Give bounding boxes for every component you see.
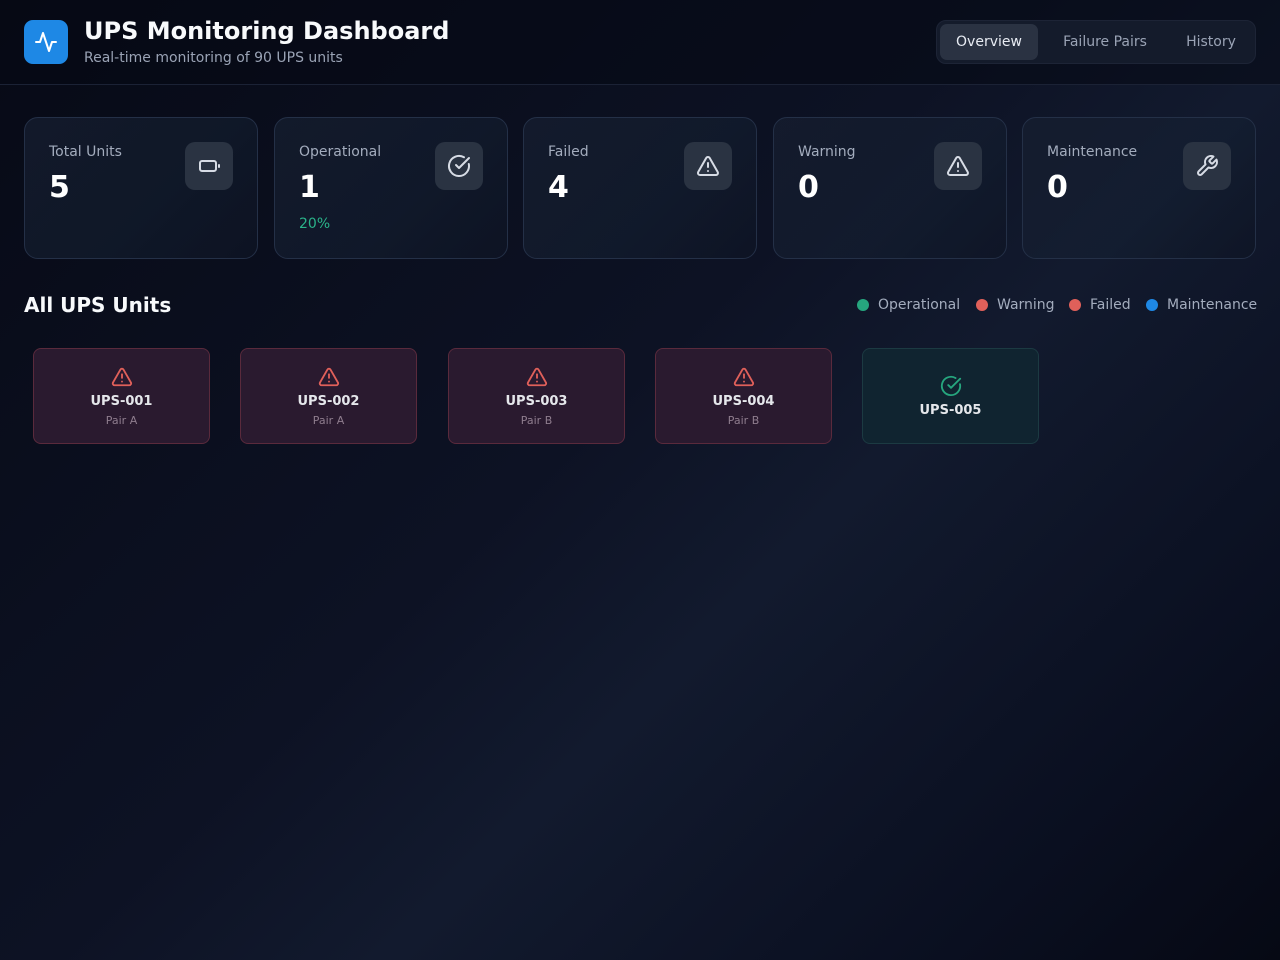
stat-card-operational: Operational 1 20%: [274, 117, 508, 259]
app-logo: [24, 20, 68, 64]
check-circle-icon: [940, 375, 962, 397]
stat-card-maintenance: Maintenance 0: [1022, 117, 1256, 259]
legend-warning: Warning: [976, 296, 1055, 314]
alert-triangle-icon: [934, 142, 982, 190]
units-section-title: All UPS Units: [24, 293, 172, 317]
legend-maintenance: Maintenance: [1146, 296, 1257, 314]
legend-failed: Failed: [1069, 296, 1131, 314]
unit-name: UPS-005: [919, 402, 982, 418]
view-tabs: Overview Failure Pairs History: [936, 20, 1256, 64]
stat-value: 5: [49, 170, 70, 205]
legend-dot: [1146, 299, 1158, 311]
ups-unit-tile[interactable]: UPS-005: [862, 348, 1039, 444]
legend-label: Failed: [1090, 297, 1131, 313]
alert-triangle-icon: [733, 366, 755, 388]
stat-label: Warning: [798, 144, 856, 160]
unit-name: UPS-002: [297, 393, 360, 409]
legend-dot: [976, 299, 988, 311]
stat-value: 1: [299, 170, 320, 205]
tab-history[interactable]: History: [1170, 24, 1252, 60]
ups-unit-tile[interactable]: UPS-002 Pair A: [240, 348, 417, 444]
unit-name: UPS-001: [90, 393, 153, 409]
stat-card-total-units: Total Units 5: [24, 117, 258, 259]
stat-label: Total Units: [49, 144, 122, 160]
legend-dot: [857, 299, 869, 311]
ups-unit-tile[interactable]: UPS-004 Pair B: [655, 348, 832, 444]
stat-label: Failed: [548, 144, 589, 160]
unit-name: UPS-003: [505, 393, 568, 409]
wrench-icon: [1183, 142, 1231, 190]
stat-label: Operational: [299, 144, 382, 160]
alert-triangle-icon: [111, 366, 133, 388]
unit-pair: Pair A: [105, 413, 138, 427]
app-header: UPS Monitoring Dashboard Real-time monit…: [0, 0, 1280, 85]
stat-percentage: 20%: [299, 216, 331, 232]
unit-pair: Pair B: [520, 413, 553, 427]
check-circle-icon: [435, 142, 483, 190]
legend-label: Warning: [997, 297, 1055, 313]
stat-value: 4: [548, 170, 569, 205]
ups-unit-tile[interactable]: UPS-001 Pair A: [33, 348, 210, 444]
page-subtitle: Real-time monitoring of 90 UPS units: [84, 50, 343, 66]
stat-value: 0: [1047, 170, 1068, 205]
tab-failure-pairs[interactable]: Failure Pairs: [1044, 24, 1166, 60]
stat-label: Maintenance: [1047, 144, 1138, 160]
legend-label: Maintenance: [1167, 297, 1258, 313]
activity-pulse-icon: [35, 32, 57, 52]
stat-card-warning: Warning 0: [773, 117, 1007, 259]
legend-label: Operational: [878, 297, 961, 313]
alert-triangle-icon: [526, 366, 548, 388]
unit-pair: Pair B: [727, 413, 760, 427]
alert-triangle-icon: [684, 142, 732, 190]
battery-icon: [185, 142, 233, 190]
alert-triangle-icon: [318, 366, 340, 388]
tab-overview[interactable]: Overview: [940, 24, 1038, 60]
ups-unit-tile[interactable]: UPS-003 Pair B: [448, 348, 625, 444]
legend-operational: Operational: [857, 296, 960, 314]
legend-dot: [1069, 299, 1081, 311]
page-title: UPS Monitoring Dashboard: [84, 17, 450, 45]
unit-name: UPS-004: [712, 393, 775, 409]
stat-value: 0: [798, 170, 819, 205]
stat-card-failed: Failed 4: [523, 117, 757, 259]
unit-pair: Pair A: [312, 413, 345, 427]
